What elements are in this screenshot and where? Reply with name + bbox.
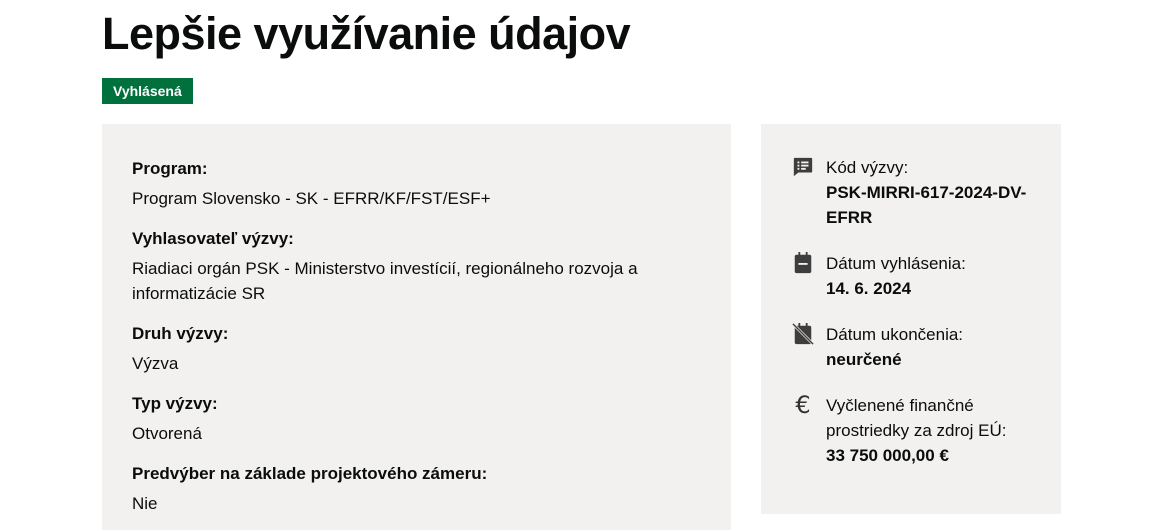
call-code-text: Kód výzvy: PSK-MIRRI-617-2024-DV-EFRR xyxy=(826,154,1041,230)
call-kind-label: Druh výzvy: xyxy=(132,324,229,343)
program-label: Program: xyxy=(132,159,208,178)
call-details-panel: Program: Program Slovensko - SK - EFRR/K… xyxy=(102,124,731,530)
announce-date-value: 14. 6. 2024 xyxy=(826,279,912,298)
call-code-value: PSK-MIRRI-617-2024-DV-EFRR xyxy=(826,183,1027,227)
funds-value: 33 750 000,00 € xyxy=(826,446,949,465)
calendar-icon xyxy=(791,251,815,275)
preselection-field: Predvýber na základe projektového zámeru… xyxy=(132,461,701,516)
funds-item: € Vyčlenené finančné prostriedky za zdro… xyxy=(791,392,1041,468)
message-list-icon xyxy=(791,155,815,179)
announcer-field: Vyhlasovateľ výzvy: Riadiaci orgán PSK -… xyxy=(132,226,701,306)
calendar-off-icon xyxy=(791,322,815,346)
end-date-value: neurčené xyxy=(826,350,902,369)
announce-date-label: Dátum vyhlásenia: xyxy=(826,254,966,273)
announce-date-item: Dátum vyhlásenia: 14. 6. 2024 xyxy=(791,250,1041,301)
announce-date-text: Dátum vyhlásenia: 14. 6. 2024 xyxy=(826,250,1041,301)
call-code-label: Kód výzvy: xyxy=(826,158,909,177)
program-field: Program: Program Slovensko - SK - EFRR/K… xyxy=(132,156,701,211)
program-value: Program Slovensko - SK - EFRR/KF/FST/ESF… xyxy=(132,189,491,208)
end-date-label: Dátum ukončenia: xyxy=(826,325,964,344)
funds-text: Vyčlenené finančné prostriedky za zdroj … xyxy=(826,392,1041,468)
call-summary-panel: Kód výzvy: PSK-MIRRI-617-2024-DV-EFRR Dá… xyxy=(761,124,1061,514)
funds-label: Vyčlenené finančné prostriedky za zdroj … xyxy=(826,396,1007,440)
announcer-label: Vyhlasovateľ výzvy: xyxy=(132,229,294,248)
status-badge: Vyhlásená xyxy=(102,78,193,104)
announcer-value: Riadiaci orgán PSK - Ministerstvo invest… xyxy=(132,259,638,303)
call-type-label: Typ výzvy: xyxy=(132,394,218,413)
end-date-text: Dátum ukončenia: neurčené xyxy=(826,321,1041,372)
call-code-item: Kód výzvy: PSK-MIRRI-617-2024-DV-EFRR xyxy=(791,154,1041,230)
preselection-label: Predvýber na základe projektového zámeru… xyxy=(132,464,488,483)
call-type-field: Typ výzvy: Otvorená xyxy=(132,391,701,446)
call-kind-value: Výzva xyxy=(132,354,179,373)
euro-icon: € xyxy=(795,391,811,419)
preselection-value: Nie xyxy=(132,494,158,513)
page-title: Lepšie využívanie údajov xyxy=(102,8,631,59)
end-date-item: Dátum ukončenia: neurčené xyxy=(791,321,1041,372)
call-type-value: Otvorená xyxy=(132,424,202,443)
call-detail-page: Lepšie využívanie údajov Vyhlásená Progr… xyxy=(0,0,1151,530)
call-kind-field: Druh výzvy: Výzva xyxy=(132,321,701,376)
